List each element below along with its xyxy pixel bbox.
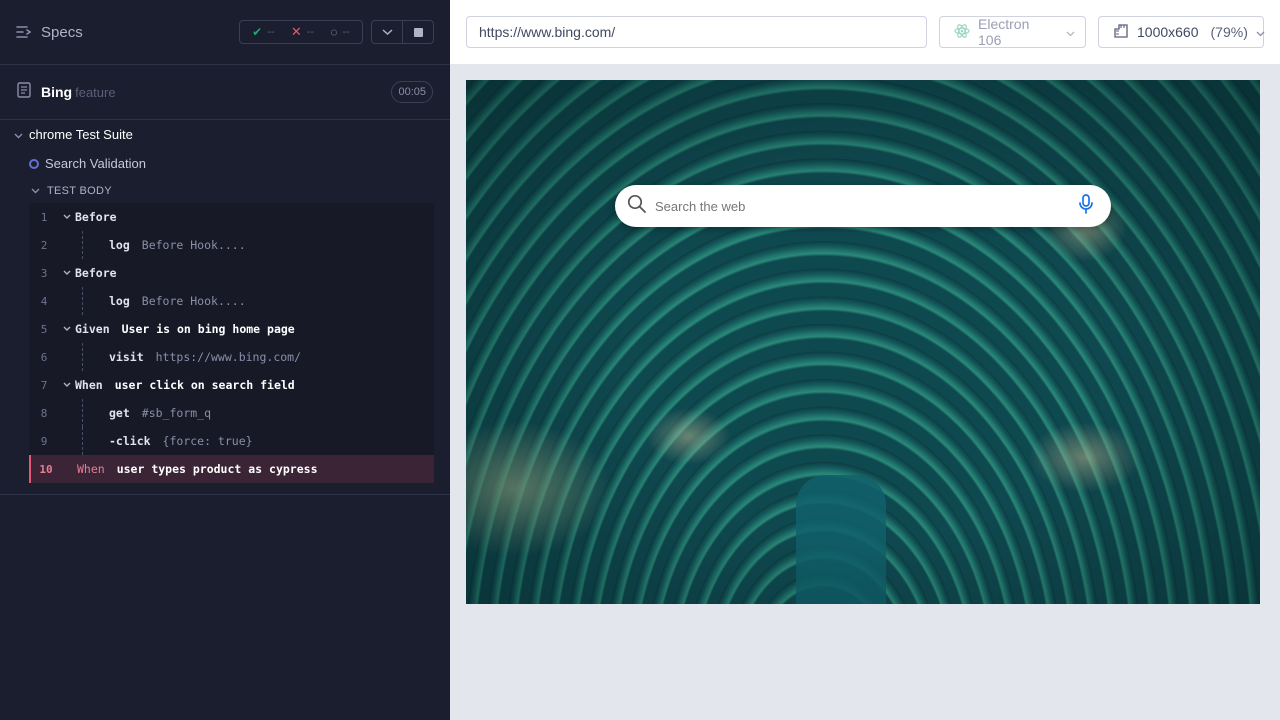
command-row[interactable]: 8 get #sb_form_q: [29, 399, 434, 427]
chevron-down-icon: [59, 270, 75, 276]
nesting-guide: [82, 231, 104, 259]
command-row[interactable]: 9 -click {force: true}: [29, 427, 434, 455]
reporter-panel: Specs ✔ -- ✕ -- ◌ -- Bing feature 00:05 c: [0, 0, 450, 720]
command-keyword: log: [109, 238, 130, 252]
command-number: 10: [39, 462, 53, 476]
stop-icon: [413, 27, 423, 37]
chevron-down-icon: [382, 23, 393, 41]
chevron-down-icon: [59, 382, 75, 388]
check-icon: ✔: [252, 25, 263, 39]
command-keyword: When: [77, 462, 105, 476]
chevron-down-icon: [59, 326, 75, 332]
command-log: 1 Before 2 log Before Hook.... 3 Before …: [29, 203, 434, 483]
test-tree: chrome Test Suite Search Validation TEST…: [0, 120, 450, 203]
command-number: 1: [40, 210, 48, 224]
pending-stat: ◌ --: [330, 25, 350, 39]
reporter-header: Specs ✔ -- ✕ -- ◌ --: [0, 0, 450, 65]
command-keyword: Before: [75, 210, 117, 224]
viewport-zoom: (79%): [1210, 24, 1248, 40]
command-number: 9: [40, 434, 48, 448]
command-message: user types product as cypress: [116, 462, 318, 476]
command-number: 6: [40, 350, 48, 364]
preview-toolbar: https://www.bing.com/ Electron 106 1000x…: [450, 0, 1280, 64]
command-row[interactable]: 6 visit https://www.bing.com/: [29, 343, 434, 371]
chevron-down-icon: [14, 127, 23, 142]
command-number: 3: [40, 266, 48, 280]
command-row[interactable]: 2 log Before Hook....: [29, 231, 434, 259]
command-row[interactable]: 1 Before: [29, 203, 434, 231]
document-icon: [17, 81, 31, 103]
command-message: user click on search field: [114, 378, 295, 392]
command-row[interactable]: 4 log Before Hook....: [29, 287, 434, 315]
command-row[interactable]: 5 Given User is on bing home page: [29, 315, 434, 343]
specs-label: Specs: [41, 23, 83, 41]
search-icon: [627, 194, 647, 219]
command-keyword: visit: [109, 350, 144, 364]
divider: [0, 494, 450, 495]
command-argument: Before Hook....: [141, 238, 246, 252]
command-row[interactable]: 3 Before: [29, 259, 434, 287]
spinner-icon: ◌: [330, 25, 338, 39]
url-bar[interactable]: https://www.bing.com/: [466, 16, 927, 48]
viewport-size: 1000x660: [1137, 24, 1199, 40]
command-row[interactable]: 7 When user click on search field: [29, 371, 434, 399]
command-number: 5: [40, 322, 48, 336]
command-number: 4: [40, 294, 48, 308]
search-input[interactable]: Search the web: [655, 199, 1077, 214]
command-keyword: When: [75, 378, 103, 392]
x-icon: ✕: [290, 24, 302, 39]
running-status-icon: [29, 158, 39, 169]
specs-list-icon: [16, 25, 32, 39]
command-keyword: Before: [75, 266, 117, 280]
microphone-icon[interactable]: [1077, 193, 1095, 219]
command-keyword: -click: [109, 434, 151, 448]
command-keyword: log: [109, 294, 130, 308]
run-stats: ✔ -- ✕ -- ◌ --: [239, 20, 363, 44]
failed-stat: ✕ --: [290, 24, 315, 39]
test-body-header[interactable]: TEST BODY: [0, 178, 450, 203]
test-row[interactable]: Search Validation: [0, 149, 450, 178]
nesting-guide: [82, 399, 104, 427]
run-duration: 00:05: [391, 81, 433, 103]
bing-search-box[interactable]: Search the web: [615, 185, 1111, 227]
ruler-icon: [1113, 23, 1129, 42]
electron-icon: [954, 23, 970, 42]
command-row-active[interactable]: 10 When user types product as cypress: [29, 455, 434, 483]
expand-collapse-button[interactable]: [371, 20, 403, 44]
command-argument: #sb_form_q: [141, 406, 212, 420]
nesting-guide: [82, 427, 104, 455]
command-message: User is on bing home page: [121, 322, 295, 336]
stop-button[interactable]: [402, 20, 434, 44]
app-preview: https://www.bing.com/ Electron 106 1000x…: [450, 0, 1280, 720]
command-argument: https://www.bing.com/: [155, 350, 302, 364]
command-keyword: Given: [75, 322, 110, 336]
command-keyword: get: [109, 406, 130, 420]
browser-name: Electron 106: [978, 16, 1030, 48]
spec-file-ext: feature: [75, 84, 116, 100]
spec-file-name: Bing: [41, 84, 73, 100]
passed-stat: ✔ --: [252, 25, 275, 39]
specs-toggle[interactable]: Specs: [16, 24, 83, 41]
browser-selector[interactable]: Electron 106: [939, 16, 1086, 48]
command-argument: Before Hook....: [141, 294, 246, 308]
aut-iframe[interactable]: Search the web: [466, 80, 1260, 604]
suite-row[interactable]: chrome Test Suite: [0, 120, 450, 149]
command-number: 8: [40, 406, 48, 420]
spec-file-row: Bing feature 00:05: [0, 65, 450, 120]
nesting-guide: [82, 287, 104, 315]
chevron-down-icon: [1256, 24, 1265, 40]
test-body-label: TEST BODY: [47, 184, 112, 197]
test-title: Search Validation: [45, 156, 146, 171]
command-argument: {force: true}: [162, 434, 253, 448]
viewport-info[interactable]: 1000x660 (79%): [1098, 16, 1265, 48]
chevron-down-icon: [59, 214, 75, 220]
chevron-down-icon: [1066, 24, 1075, 40]
command-number: 7: [40, 378, 48, 392]
chevron-down-icon: [31, 185, 40, 197]
suite-title: chrome Test Suite: [29, 127, 133, 142]
command-number: 2: [40, 238, 48, 252]
nesting-guide: [82, 343, 104, 371]
